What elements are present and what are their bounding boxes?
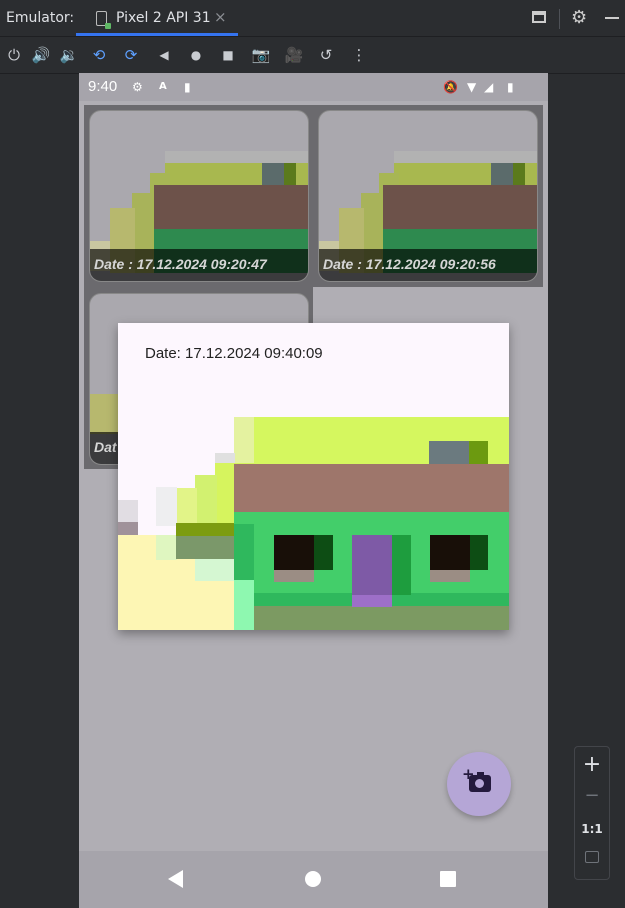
status-time: 9:40 bbox=[88, 78, 118, 95]
window-layout-icon[interactable] bbox=[531, 8, 551, 28]
gear-icon[interactable]: ⚙ bbox=[571, 8, 591, 28]
tab-pixel-2[interactable]: Pixel 2 API 31 × bbox=[76, 0, 238, 36]
home-icon[interactable]: ● bbox=[186, 45, 206, 65]
more-icon[interactable]: ⋮ bbox=[349, 45, 369, 65]
nav-recents-icon[interactable] bbox=[440, 871, 456, 887]
overview-icon[interactable]: ■ bbox=[218, 45, 238, 65]
zoom-in-button[interactable]: + bbox=[575, 752, 609, 777]
card-date: Date : 17.12.2024 09:20:47 bbox=[94, 256, 267, 272]
rotate-right-icon[interactable]: ⟳ bbox=[121, 45, 141, 65]
tab-active-indicator bbox=[76, 33, 238, 36]
add-photo-button[interactable]: + bbox=[447, 752, 511, 816]
volume-up-icon[interactable]: 🔊 bbox=[31, 45, 51, 65]
wifi-icon: ▼ bbox=[467, 80, 477, 94]
a-status-icon: A bbox=[159, 81, 167, 92]
add-photo-icon bbox=[469, 772, 491, 792]
screenshot-icon[interactable]: 📷 bbox=[251, 45, 271, 65]
volume-down-icon[interactable]: 🔉 bbox=[59, 45, 79, 65]
device-icon bbox=[96, 11, 111, 29]
power-icon[interactable]: ⏻ bbox=[4, 45, 24, 65]
snapshot-icon[interactable]: ↺ bbox=[316, 45, 336, 65]
rotate-left-icon[interactable]: ⟲ bbox=[89, 45, 109, 65]
back-icon[interactable]: ◀ bbox=[154, 45, 174, 65]
notifications-off-icon: 🔕 bbox=[443, 80, 458, 94]
zoom-panel: + − 1:1 bbox=[574, 746, 610, 880]
record-icon[interactable]: 🎥 bbox=[284, 45, 304, 65]
sdcard-icon: ▮ bbox=[184, 80, 191, 94]
dialog-title: Date: 17.12.2024 09:40:09 bbox=[145, 345, 323, 362]
minimize-icon[interactable] bbox=[604, 8, 624, 28]
signal-icon: ◢ bbox=[484, 80, 494, 94]
title-bar: Emulator: Pixel 2 API 31 × ⚙ bbox=[0, 0, 625, 37]
nav-bar bbox=[79, 851, 548, 908]
photo-dialog: Date: 17.12.2024 09:40:09 bbox=[118, 323, 509, 630]
tab-label: Pixel 2 API 31 bbox=[116, 10, 211, 26]
status-bar: 9:40 ⚙ A ▮ 🔕 ▼ ◢ ▮ bbox=[79, 73, 548, 101]
zoom-out-button[interactable]: − bbox=[575, 785, 609, 806]
divider bbox=[559, 9, 560, 29]
battery-icon: ▮ bbox=[507, 80, 514, 94]
card-date: Dat bbox=[94, 439, 117, 455]
close-tab-icon[interactable]: × bbox=[214, 8, 227, 26]
nav-back-icon[interactable] bbox=[168, 870, 183, 888]
device-screen: 9:40 ⚙ A ▮ 🔕 ▼ ◢ ▮ Date : 17.12.2024 09:… bbox=[79, 73, 548, 908]
settings-status-icon: ⚙ bbox=[132, 80, 143, 94]
photo-card[interactable]: Date : 17.12.2024 09:20:56 bbox=[318, 110, 538, 282]
emulator-toolbar: ⏻ 🔊 🔉 ⟲ ⟳ ◀ ● ■ 📷 🎥 ↺ ⋮ bbox=[0, 37, 625, 74]
fit-screen-icon[interactable] bbox=[575, 851, 609, 863]
nav-home-icon[interactable] bbox=[305, 871, 321, 887]
photo-card[interactable]: Date : 17.12.2024 09:20:47 bbox=[89, 110, 309, 282]
actual-size-button[interactable]: 1:1 bbox=[575, 822, 609, 836]
emulator-label: Emulator: bbox=[6, 10, 75, 26]
card-date: Date : 17.12.2024 09:20:56 bbox=[323, 256, 496, 272]
